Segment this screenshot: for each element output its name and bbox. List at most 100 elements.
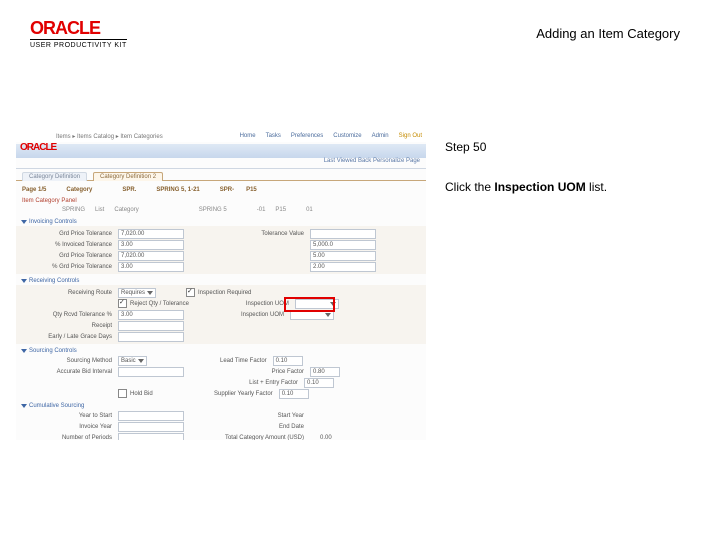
section-receiving[interactable]: Receiving Controls — [22, 278, 426, 284]
app-banner — [16, 144, 426, 158]
hdr-v4: P15 — [246, 187, 257, 193]
tab-category-def-2[interactable]: Category Definition 2 — [93, 172, 163, 181]
cu-l2: Invoice Year — [22, 424, 118, 430]
section-invoicing[interactable]: Invoicing Controls — [22, 219, 426, 225]
sr-l2: Accurate Bid Interval — [22, 369, 118, 375]
sub-header-row: SPRING List Category SPRING 5 -01 P15 01 — [16, 204, 426, 215]
chevron-down-icon — [21, 220, 27, 224]
tab-category-def-1[interactable]: Category Definition — [22, 172, 87, 181]
cu-r3: Total Category Amount (USD) — [214, 435, 310, 441]
rc-r1: Inspection Required — [198, 290, 251, 296]
cu-r1: Start Year — [214, 413, 310, 419]
section-sourcing-label: Sourcing Controls — [29, 348, 77, 354]
tol-v2[interactable]: 3.00 — [118, 240, 184, 250]
sr-v1: Basic — [121, 358, 136, 364]
dropdown-icon — [138, 359, 144, 363]
tol-l2: % Invoiced Tolerance — [22, 242, 118, 248]
breadcrumb: Items ▸ Items Catalog ▸ Item Categories — [56, 133, 163, 140]
dropdown-icon — [147, 291, 153, 295]
hdr-cat-label: Category — [66, 187, 92, 193]
cu-v1[interactable] — [118, 411, 184, 421]
cb-hold-bid[interactable] — [118, 389, 127, 398]
section-cumulative[interactable]: Cumulative Sourcing — [22, 403, 426, 409]
tol-l4: % Grd Price Tolerance — [22, 264, 118, 270]
tol-v4[interactable]: 3.00 — [118, 262, 184, 272]
sr-v2[interactable] — [118, 367, 184, 377]
tol-l1: Grd Price Tolerance — [22, 231, 118, 237]
nav-prefs[interactable]: Preferences — [291, 133, 323, 139]
tol-v1[interactable]: 7,020.00 — [118, 229, 184, 239]
rc-v2: Reject Qty / Tolerance — [130, 301, 189, 307]
nav-home[interactable]: Home — [240, 133, 256, 139]
cu-l1: Year to Start — [22, 413, 118, 419]
sh-f: P15 — [275, 207, 286, 213]
highlight-box — [284, 297, 335, 312]
cu-l3: Number of Periods — [22, 435, 118, 441]
sr-rv2[interactable]: 0.80 — [310, 367, 340, 377]
rc-v3[interactable]: 3.00 — [118, 310, 184, 320]
cb-insp-required[interactable] — [186, 288, 195, 297]
app-oracle-logo: ORACLE — [20, 142, 56, 153]
nav-admin[interactable]: Admin — [372, 133, 389, 139]
instr-prefix: Click the — [445, 180, 494, 194]
instr-suffix: list. — [586, 180, 607, 194]
upk-label: USER PRODUCTIVITY KIT — [30, 39, 127, 49]
rc-route-value: Requires — [121, 290, 145, 296]
instr-target: Inspection UOM — [494, 180, 585, 194]
rc-l1: Receiving Route — [22, 290, 118, 296]
rc-v5[interactable] — [118, 332, 184, 342]
chevron-down-icon — [21, 279, 27, 283]
tol-l3: Grd Price Tolerance — [22, 253, 118, 259]
nav-signout[interactable]: Sign Out — [399, 133, 422, 139]
section-cumulative-label: Cumulative Sourcing — [29, 403, 84, 409]
rc-l3: Qty Rcvd Tolerance % — [22, 312, 118, 318]
rc-v4[interactable] — [118, 321, 184, 331]
tol-rv4[interactable]: 2.00 — [310, 262, 376, 272]
tol-rv1[interactable] — [310, 229, 376, 239]
sh-g: 01 — [306, 207, 313, 213]
sr-rv1[interactable]: 0.10 — [273, 356, 303, 366]
cu-rv3: 0.00 — [320, 435, 332, 441]
rc-l5: Early / Late Grace Days — [22, 334, 118, 340]
sh-d: SPRING 5 — [199, 207, 227, 213]
sr-rv3[interactable]: 0.10 — [304, 378, 334, 388]
step-number: Step 50 — [445, 140, 486, 154]
oracle-logo: ORACLE — [30, 18, 127, 39]
cu-r2: End Date — [214, 424, 310, 430]
rc-l4: Receipt — [22, 323, 118, 329]
nav-tasks[interactable]: Tasks — [266, 133, 281, 139]
hdr-v1: SPR. — [122, 187, 136, 193]
sh-a: SPRING — [62, 207, 85, 213]
chevron-down-icon — [21, 349, 27, 353]
hdr-v3: SPR- — [220, 187, 234, 193]
tol-v3[interactable]: 7,020.00 — [118, 251, 184, 261]
rc-route-select[interactable]: Requires — [118, 288, 156, 298]
sr-r3: List + Entry Factor — [208, 380, 304, 386]
sr-l1: Sourcing Method — [22, 358, 118, 364]
sh-e: -01 — [257, 207, 266, 213]
sr-mid: Hold Bid — [130, 391, 153, 397]
tol-rv3[interactable]: 5.00 — [310, 251, 376, 261]
top-nav: Home Tasks Preferences Customize Admin S… — [240, 133, 422, 139]
sr-r1: Lead Time Factor — [177, 358, 273, 364]
hdr-v2: SPRING 5, 1-21 — [156, 187, 199, 193]
rc-r3: Inspection UOM — [214, 312, 290, 318]
app-screenshot: Items ▸ Items Catalog ▸ Item Categories … — [16, 130, 426, 440]
sh-c: Category — [114, 207, 138, 213]
sr-rv4[interactable]: 0.10 — [279, 389, 309, 399]
hdr-page: Page 1/5 — [22, 187, 46, 193]
app-subnav: Last Viewed Back Personalize Page — [16, 158, 426, 169]
tol-r1: Tolerance Value — [214, 231, 310, 237]
header-row: Page 1/5 Category SPR. SPRING 5, 1-21 SP… — [16, 184, 426, 195]
sourcing-method-select[interactable]: Basic — [118, 356, 147, 366]
cu-v2[interactable] — [118, 422, 184, 432]
nav-customize[interactable]: Customize — [333, 133, 361, 139]
cb-reject-qty[interactable] — [118, 299, 127, 308]
sr-r2: Price Factor — [214, 369, 310, 375]
cu-v3[interactable] — [118, 433, 184, 441]
sh-b: List — [95, 207, 104, 213]
section-sourcing[interactable]: Sourcing Controls — [22, 348, 426, 354]
section-receiving-label: Receiving Controls — [29, 278, 79, 284]
tol-rv2[interactable]: 5,000.0 — [310, 240, 376, 250]
page-title: Adding an Item Category — [536, 26, 680, 41]
